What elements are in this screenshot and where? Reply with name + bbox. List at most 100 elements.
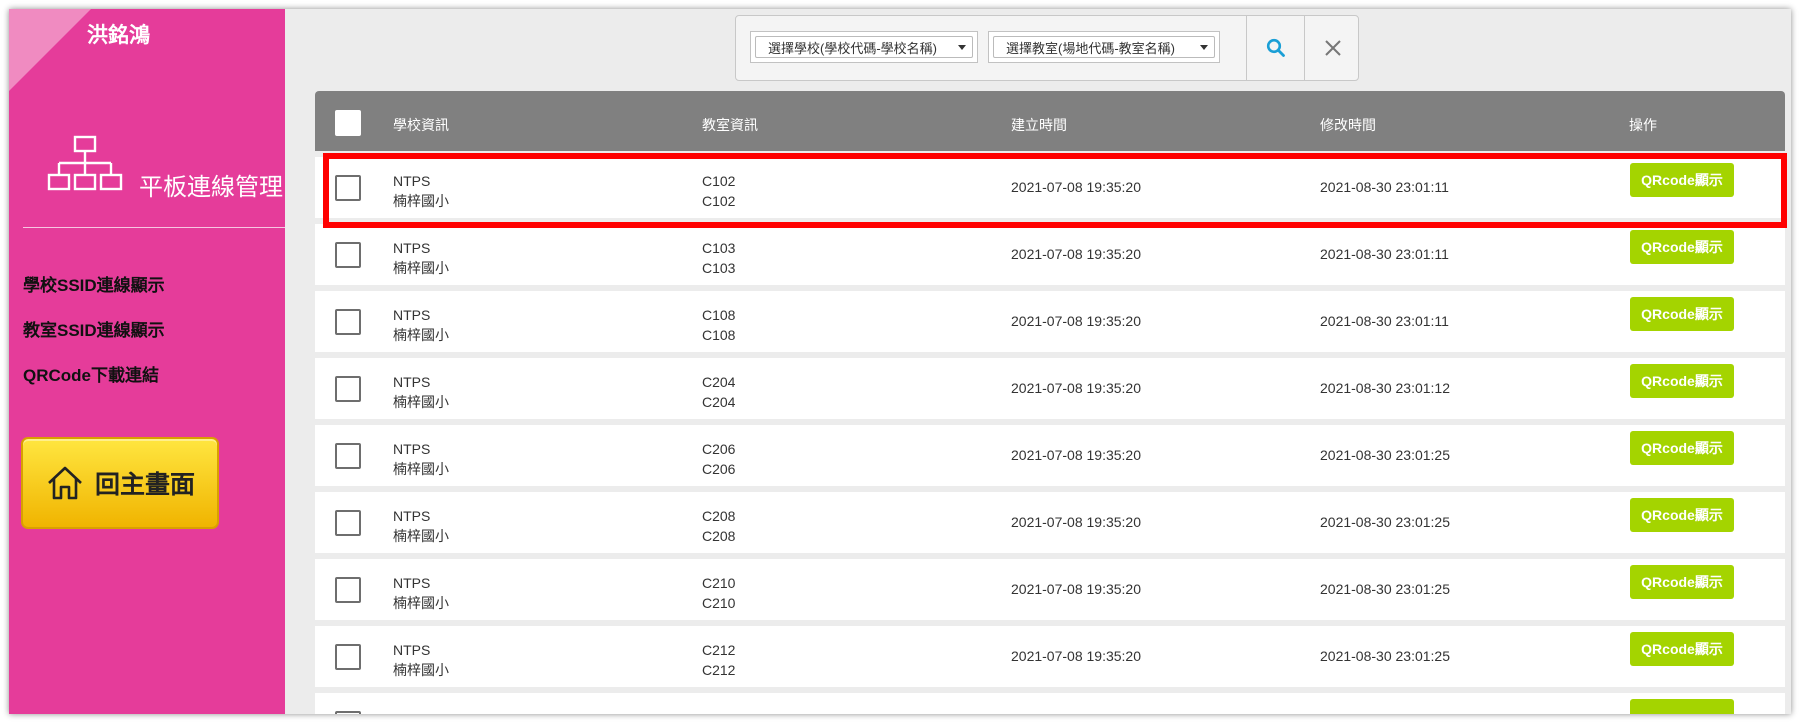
header-created: 建立時間 xyxy=(1011,117,1067,133)
table-row: NTPS 楠梓國小 C204 C204 2021-07-08 19:35:20 … xyxy=(315,358,1785,419)
school-code: NTPS xyxy=(393,173,431,189)
school-info: NTPS 楠梓國小 xyxy=(393,506,449,546)
search-icon xyxy=(1266,38,1285,57)
modified-time: 2021-08-30 23:01:11 xyxy=(1320,179,1449,195)
room-name: C212 xyxy=(702,662,736,678)
school-name: 楠梓國小 xyxy=(393,394,449,410)
sidebar: 洪銘鴻 平板連線管理 學校SSID連線顯示 教室SSID連線顯示 QRCode下… xyxy=(9,9,285,714)
row-checkbox[interactable] xyxy=(335,175,361,201)
qrcode-show-button[interactable]: QRcode顯示 xyxy=(1630,498,1734,532)
classroom-info: C206 C206 xyxy=(702,439,735,479)
modified-time: 2021-08-30 23:01:25 xyxy=(1320,648,1450,664)
school-code: NTPS xyxy=(393,575,431,591)
classroom-select[interactable]: 選擇教室(場地代碼-教室名稱) xyxy=(988,31,1220,63)
created-time: 2021-07-08 19:35:20 xyxy=(1011,313,1141,329)
qrcode-show-button[interactable]: QRcode顯示 xyxy=(1630,364,1734,398)
qrcode-show-button[interactable] xyxy=(1630,699,1734,714)
school-code: NTPS xyxy=(393,374,431,390)
nav-qrcode-download[interactable]: QRCode下載連結 xyxy=(23,361,159,386)
modified-time: 2021-08-30 23:01:25 xyxy=(1320,581,1450,597)
room-code: C103 xyxy=(702,240,736,256)
module-title: 平板連線管理 xyxy=(139,173,283,201)
school-info: NTPS 楠梓國小 xyxy=(393,640,449,680)
chevron-down-icon xyxy=(1200,44,1208,50)
school-info: NTPS 楠梓國小 xyxy=(393,439,449,479)
qrcode-show-button[interactable]: QRcode顯示 xyxy=(1630,163,1734,197)
school-name: 楠梓國小 xyxy=(393,461,449,477)
search-button[interactable] xyxy=(1248,16,1304,80)
row-checkbox[interactable] xyxy=(335,510,361,536)
modified-time: 2021-08-30 23:01:25 xyxy=(1320,447,1450,463)
app-window: 洪銘鴻 平板連線管理 學校SSID連線顯示 教室SSID連線顯示 QRCode下… xyxy=(9,9,1791,714)
sidebar-divider xyxy=(23,227,285,228)
row-checkbox[interactable] xyxy=(335,443,361,469)
room-name: C210 xyxy=(702,595,736,611)
row-checkbox[interactable] xyxy=(335,577,361,603)
modified-time: 2021-08-30 23:01:12 xyxy=(1320,380,1450,396)
table-row: NTPS 楠梓國小 C208 C208 2021-07-08 19:35:20 … xyxy=(315,492,1785,553)
sidebar-corner-decoration xyxy=(9,9,91,91)
nav-classroom-ssid[interactable]: 教室SSID連線顯示 xyxy=(23,316,165,341)
header-action: 操作 xyxy=(1629,117,1657,133)
room-name: C102 xyxy=(702,193,736,209)
classroom-info: C103 C103 xyxy=(702,238,735,278)
select-all-checkbox[interactable] xyxy=(335,110,361,136)
modified-time: 2021-08-30 23:01:11 xyxy=(1320,246,1449,262)
nav-school-ssid[interactable]: 學校SSID連線顯示 xyxy=(23,271,165,296)
qrcode-show-button[interactable]: QRcode顯示 xyxy=(1630,565,1734,599)
created-time: 2021-07-08 19:35:20 xyxy=(1011,514,1141,530)
table-row: NTPS 楠梓國小 C212 C212 2021-07-08 19:35:20 … xyxy=(315,626,1785,687)
created-time: 2021-07-08 19:35:20 xyxy=(1011,648,1141,664)
room-code: C102 xyxy=(702,173,736,189)
school-info: NTPS 楠梓國小 xyxy=(393,171,449,211)
row-checkbox[interactable] xyxy=(335,711,361,714)
header-classroom: 教室資訊 xyxy=(702,117,758,133)
school-name: 楠梓國小 xyxy=(393,260,449,276)
school-code: NTPS xyxy=(393,240,431,256)
home-icon xyxy=(48,466,82,500)
row-checkbox[interactable] xyxy=(335,644,361,670)
classroom-info: C210 C210 xyxy=(702,573,735,613)
qrcode-show-button[interactable]: QRcode顯示 xyxy=(1630,297,1734,331)
room-code: C212 xyxy=(702,642,736,658)
school-code: NTPS xyxy=(393,508,431,524)
school-name: 楠梓國小 xyxy=(393,662,449,678)
classroom-info: C208 C208 xyxy=(702,506,735,546)
row-checkbox[interactable] xyxy=(335,242,361,268)
classroom-table: 學校資訊 教室資訊 建立時間 修改時間 操作 NTPS 楠梓國小 C102 C1… xyxy=(315,91,1785,714)
filter-bar: 選擇學校(學校代碼-學校名稱) 選擇教室(場地代碼-教室名稱) xyxy=(735,15,1359,81)
table-row: NTPS 楠梓國小 C102 C102 2021-07-08 19:35:20 … xyxy=(315,157,1785,218)
room-code: C206 xyxy=(702,441,736,457)
school-name: 楠梓國小 xyxy=(393,193,449,209)
room-code: C210 xyxy=(702,575,736,591)
row-checkbox[interactable] xyxy=(335,309,361,335)
row-checkbox[interactable] xyxy=(335,376,361,402)
filter-divider xyxy=(1246,16,1247,80)
created-time: 2021-07-08 19:35:20 xyxy=(1011,581,1141,597)
header-modified: 修改時間 xyxy=(1320,117,1376,133)
chevron-down-icon xyxy=(958,44,966,50)
qrcode-show-button[interactable]: QRcode顯示 xyxy=(1630,431,1734,465)
filter-divider xyxy=(1304,16,1305,80)
room-code: C208 xyxy=(702,508,736,524)
school-info: NTPS 楠梓國小 xyxy=(393,305,449,345)
user-name: 洪銘鴻 xyxy=(87,24,150,47)
school-select[interactable]: 選擇學校(學校代碼-學校名稱) xyxy=(750,31,978,63)
home-button[interactable]: 回主畫面 xyxy=(21,437,219,529)
school-select-value: 選擇學校(學校代碼-學校名稱) xyxy=(768,40,937,56)
room-name: C208 xyxy=(702,528,736,544)
created-time: 2021-07-08 19:35:20 xyxy=(1011,447,1141,463)
school-code: NTPS xyxy=(393,441,431,457)
school-name: 楠梓國小 xyxy=(393,327,449,343)
modified-time: 2021-08-30 23:01:25 xyxy=(1320,514,1450,530)
school-code: NTPS xyxy=(393,642,431,658)
created-time: 2021-07-08 19:35:20 xyxy=(1011,246,1141,262)
qrcode-show-button[interactable]: QRcode顯示 xyxy=(1630,230,1734,264)
modified-time: 2021-08-30 23:01:11 xyxy=(1320,313,1449,329)
header-school: 學校資訊 xyxy=(393,117,449,133)
clear-button[interactable] xyxy=(1306,16,1360,80)
qrcode-show-button[interactable]: QRcode顯示 xyxy=(1630,632,1734,666)
classroom-select-value: 選擇教室(場地代碼-教室名稱) xyxy=(1006,40,1175,56)
table-row xyxy=(315,693,1785,714)
room-name: C103 xyxy=(702,260,736,276)
